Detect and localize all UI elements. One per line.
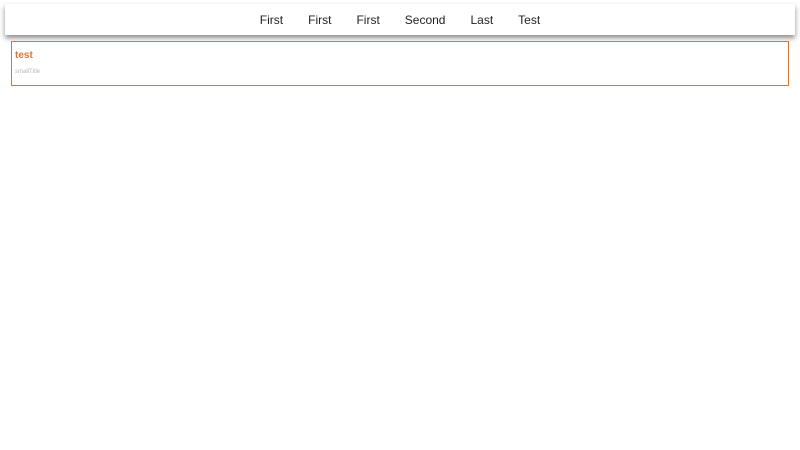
nav-item-last[interactable]: Last bbox=[458, 8, 506, 32]
nav-item-first-1[interactable]: First bbox=[247, 8, 295, 32]
nav-item-first-2[interactable]: First bbox=[296, 8, 344, 32]
card-title: test bbox=[15, 50, 33, 61]
content-card: test smallTitle bbox=[11, 41, 789, 86]
nav-item-second[interactable]: Second bbox=[392, 8, 458, 32]
card-subtitle: smallTitle bbox=[15, 69, 41, 75]
nav-item-test[interactable]: Test bbox=[506, 8, 553, 32]
top-navbar: First First First Second Last Test bbox=[5, 4, 795, 35]
nav-item-first-3[interactable]: First bbox=[344, 8, 392, 32]
